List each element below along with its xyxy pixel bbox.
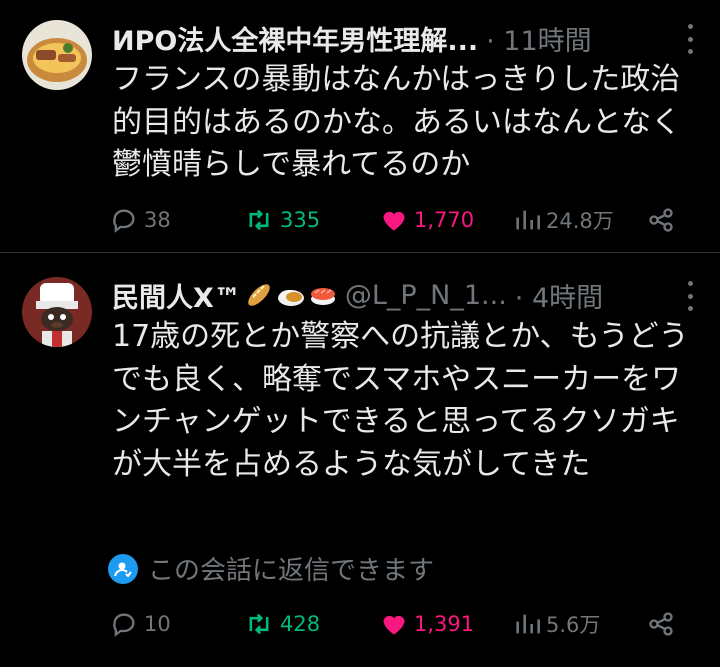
retweet-icon bbox=[249, 613, 269, 635]
reply-restriction-notice: この会話に返信できます bbox=[108, 550, 434, 587]
curry-rice-emoji bbox=[277, 281, 305, 309]
baguette-emoji bbox=[245, 281, 273, 309]
share-icon bbox=[649, 612, 673, 636]
mention-icon bbox=[108, 553, 138, 584]
more-icon[interactable] bbox=[686, 281, 694, 311]
share-icon bbox=[649, 208, 673, 232]
display-name[interactable]: ИPO法人全裸中年男性理解... bbox=[112, 19, 478, 58]
timestamp[interactable]: · 11時間 bbox=[486, 19, 592, 58]
timestamp[interactable]: · 4時間 bbox=[515, 276, 603, 315]
retweet-button[interactable]: 335 bbox=[242, 206, 320, 234]
reply-button[interactable]: 10 bbox=[108, 610, 171, 638]
tweet-header: 民間人X™ @L_P_N_1... · 4時間 bbox=[112, 275, 690, 315]
reply-count: 10 bbox=[144, 612, 171, 636]
action-bar: 38 335 1,770 24.8万 bbox=[108, 200, 680, 240]
tweet-text: フランスの暴動はなんかはっきりした政治的目的はあるのかな。あるいはなんとなく鬱憤… bbox=[112, 62, 682, 182]
views-icon bbox=[516, 614, 540, 634]
views-count: 24.8万 bbox=[546, 209, 614, 233]
action-bar: 10 428 1,391 5.6万 bbox=[108, 604, 680, 644]
sushi-emoji bbox=[309, 281, 337, 309]
retweet-icon bbox=[249, 209, 269, 231]
share-button[interactable] bbox=[646, 610, 680, 638]
reply-icon bbox=[113, 209, 135, 233]
tweet-header: ИPO法人全裸中年男性理解... · 11時間 bbox=[112, 18, 690, 58]
retweet-count: 428 bbox=[280, 612, 321, 636]
display-name[interactable]: 民間人X™ bbox=[112, 276, 241, 315]
tweet-text: 17歳の死とか警察への抗議とか、もうどうでも良く、略奪でスマホやスニーカーをワン… bbox=[112, 319, 689, 482]
retweet-button[interactable]: 428 bbox=[242, 610, 320, 638]
share-button[interactable] bbox=[646, 206, 680, 234]
views-icon bbox=[516, 210, 540, 230]
heart-icon bbox=[383, 211, 405, 231]
handle[interactable]: @L_P_N_1... bbox=[345, 280, 507, 311]
views-count: 5.6万 bbox=[546, 613, 601, 637]
tweet-1[interactable]: ИPO法人全裸中年男性理解... · 11時間 フランスの暴動はなんかはっきりし… bbox=[0, 0, 720, 252]
heart-icon bbox=[383, 615, 405, 635]
like-count: 1,770 bbox=[414, 208, 475, 232]
retweet-count: 335 bbox=[280, 208, 321, 232]
reply-button[interactable]: 38 bbox=[108, 206, 171, 234]
views-button[interactable]: 5.6万 bbox=[512, 609, 600, 639]
avatar[interactable] bbox=[22, 277, 92, 347]
reply-icon bbox=[113, 613, 135, 637]
like-button[interactable]: 1,770 bbox=[378, 206, 474, 234]
like-button[interactable]: 1,391 bbox=[378, 610, 474, 638]
avatar[interactable] bbox=[22, 20, 92, 90]
tweet-2[interactable]: 民間人X™ @L_P_N_1... · 4時間 17歳の死とか警察への抗議とか、… bbox=[0, 252, 720, 667]
views-button[interactable]: 24.8万 bbox=[512, 205, 614, 235]
like-count: 1,391 bbox=[414, 612, 475, 636]
reply-hint-text: この会話に返信できます bbox=[148, 556, 435, 586]
reply-count: 38 bbox=[144, 208, 171, 232]
more-icon[interactable] bbox=[686, 24, 694, 54]
